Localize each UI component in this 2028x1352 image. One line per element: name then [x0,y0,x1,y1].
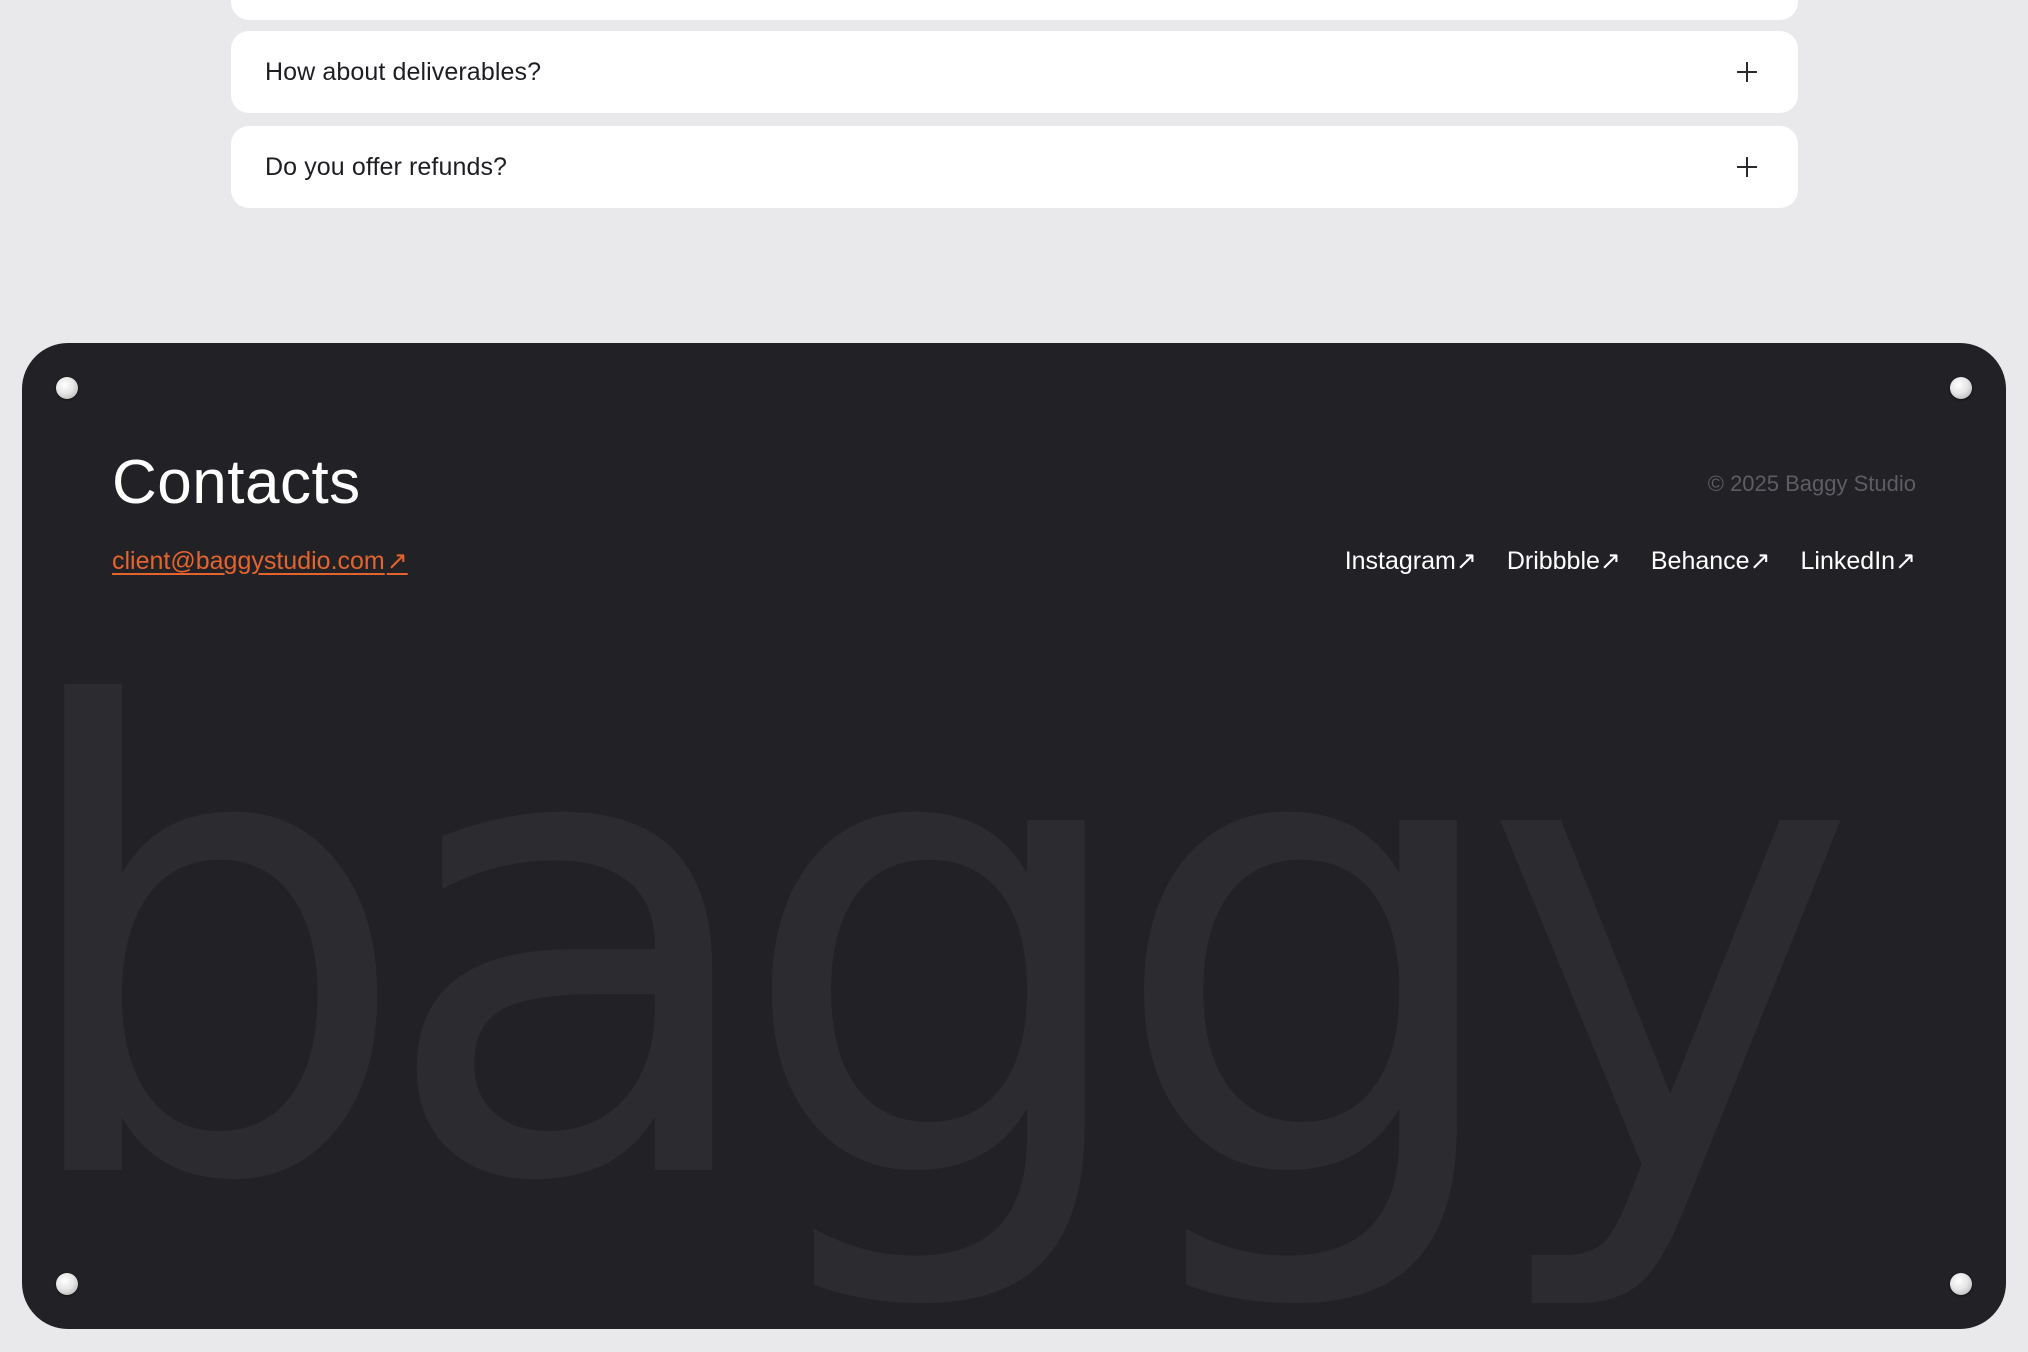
brand-watermark: baggy [22,576,1860,1321]
external-arrow-icon: ↗ [386,547,408,575]
faq-item-deliverables[interactable]: How about deliverables? [231,31,1798,113]
faq-question: Do you offer refunds? [265,152,508,181]
plus-icon[interactable] [1736,61,1758,83]
screw-icon [1950,1273,1972,1295]
plus-icon[interactable] [1736,156,1758,178]
dribbble-link[interactable]: Dribbble↗ [1507,546,1621,576]
footer: baggy Contacts © 2025 Baggy Studio clien… [22,343,2006,1329]
social-links: Instagram↗ Dribbble↗ Behance↗ LinkedIn↗ [1345,546,1916,576]
contacts-title: Contacts [112,448,361,517]
instagram-link[interactable]: Instagram↗ [1345,546,1477,576]
email-text: client@baggystudio.com [112,547,385,575]
faq-item-refunds[interactable]: Do you offer refunds? [231,126,1798,208]
faq-item-partial[interactable] [231,0,1798,20]
screw-icon [56,377,78,399]
behance-link[interactable]: Behance↗ [1651,546,1771,576]
copyright-text: © 2025 Baggy Studio [1707,471,1916,496]
screw-icon [56,1273,78,1295]
email-link[interactable]: client@baggystudio.com↗ [112,546,408,576]
faq-question: How about deliverables? [265,57,542,86]
screw-icon [1950,377,1972,399]
linkedin-link[interactable]: LinkedIn↗ [1801,546,1916,576]
